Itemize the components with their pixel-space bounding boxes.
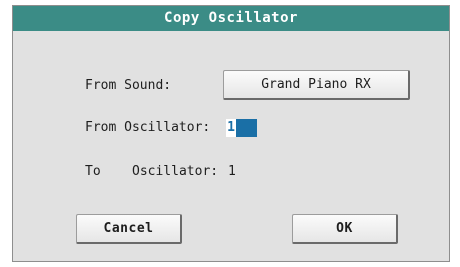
to-oscillator-value: 1 bbox=[228, 164, 236, 179]
cancel-button[interactable]: Cancel bbox=[76, 214, 182, 244]
from-oscillator-value: 1 bbox=[226, 119, 236, 137]
to-label: To bbox=[85, 164, 101, 179]
from-sound-label: From Sound: bbox=[85, 78, 172, 93]
copy-oscillator-dialog: Copy Oscillator From Sound: Grand Piano … bbox=[12, 5, 450, 262]
ok-button[interactable]: OK bbox=[292, 214, 398, 244]
dialog-title: Copy Oscillator bbox=[13, 6, 449, 31]
from-oscillator-label: From Oscillator: bbox=[85, 120, 211, 135]
from-oscillator-field[interactable]: 1 bbox=[226, 119, 257, 137]
to-oscillator-label: Oscillator: bbox=[132, 164, 219, 179]
from-sound-button[interactable]: Grand Piano RX bbox=[223, 70, 410, 100]
